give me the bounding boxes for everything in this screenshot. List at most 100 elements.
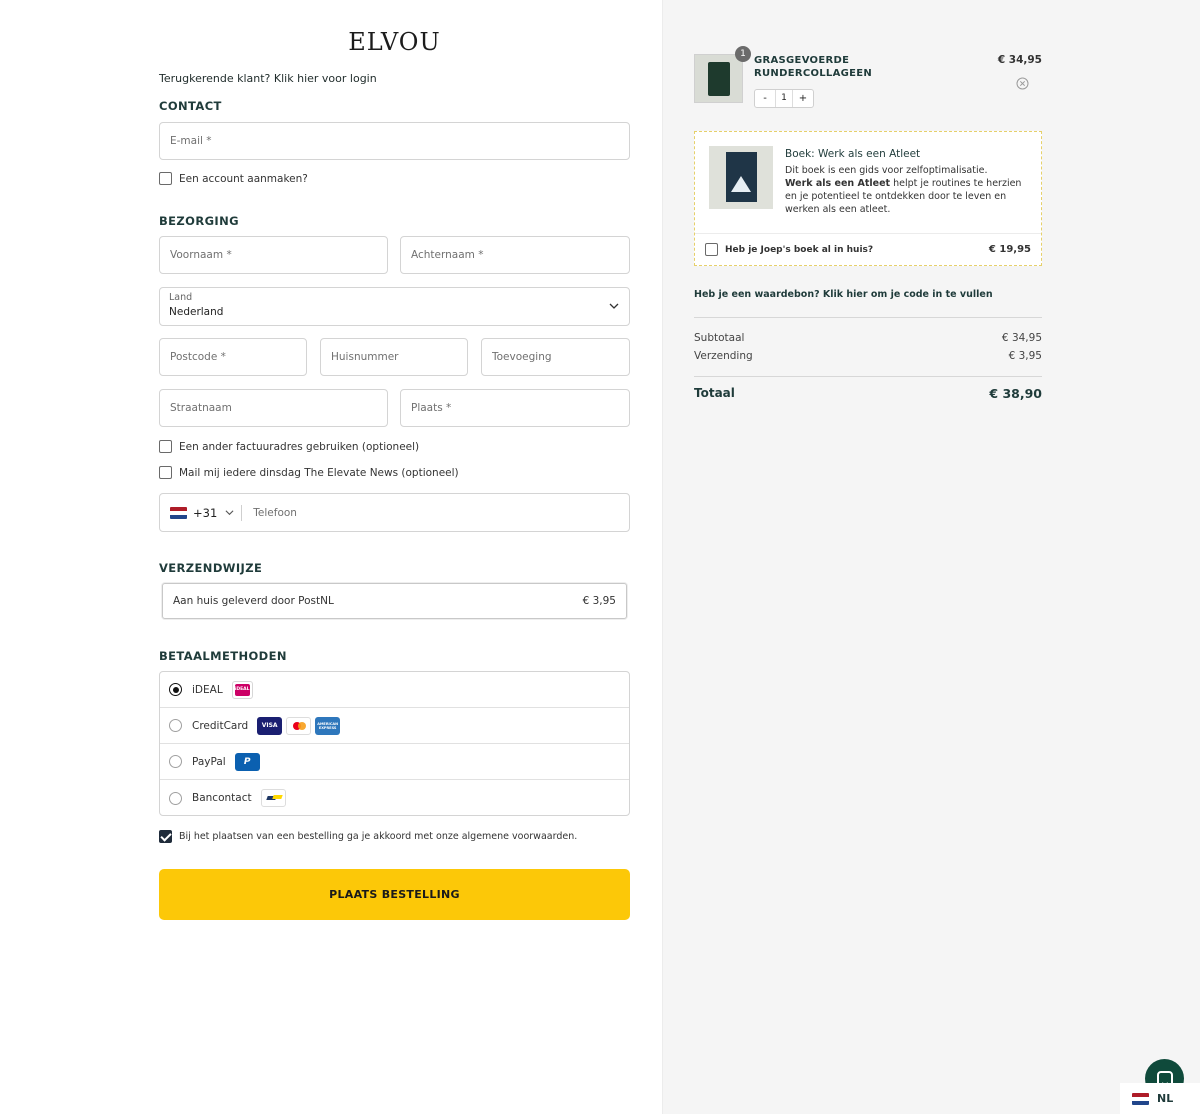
phone-country-code[interactable]: +31 [193,506,217,520]
newsletter-row[interactable]: Mail mij iedere dinsdag The Elevate News… [159,466,459,479]
street-field[interactable] [159,389,388,427]
shipping-cost-value: € 3,95 [1008,350,1042,362]
country-value: Nederland [169,306,224,318]
creditcard-radio[interactable] [169,719,182,732]
upsell-checkbox-row[interactable]: Heb je Joep's boek al in huis? [705,243,873,256]
create-account-row[interactable]: Een account aanmaken? [159,172,308,185]
create-account-label: Een account aanmaken? [179,172,308,185]
shipping-cost-label: Verzending [694,350,753,362]
terms-label: Bij het plaatsen van een bestelling ga j… [179,831,578,842]
payment-option-creditcard[interactable]: CreditCard VISA AMERICAN EXPRESS [160,708,629,744]
checkout-form-panel [0,0,662,1114]
bancontact-icon [260,789,286,807]
terms-checkbox[interactable] [159,830,172,843]
place-order-button[interactable]: PLAATS BESTELLING [159,869,630,920]
phone-input[interactable] [242,494,629,531]
shipping-option-label: Aan huis geleverd door PostNL [173,595,334,607]
paypal-icon: P [234,752,260,771]
billing-address-row[interactable]: Een ander factuuradres gebruiken (option… [159,440,419,453]
brand-logo[interactable]: ELVOU [159,28,630,56]
payment-heading: BETAALMETHODEN [159,649,287,663]
language-code: NL [1157,1092,1174,1105]
newsletter-checkbox[interactable] [159,466,172,479]
payment-label: PayPal [192,755,226,768]
upsell-checkbox[interactable] [705,243,718,256]
shipping-option-price: € 3,95 [582,595,616,607]
product-name: GRASGEVOERDE RUNDERCOLLAGEEN [754,55,873,79]
login-link[interactable]: Klik hier voor login [274,72,377,85]
shipping-heading: VERZENDWIJZE [159,561,263,575]
first-name-input[interactable] [160,237,387,273]
quantity-badge: 1 [735,46,751,62]
last-name-field[interactable] [400,236,630,274]
total-label: Totaal [694,386,735,400]
upsell-description: Dit boek is een gids voor zelfoptimalisa… [785,165,1022,215]
netherlands-flag-icon[interactable] [170,506,187,519]
addition-field[interactable] [481,338,630,376]
paypal-radio[interactable] [169,755,182,768]
house-number-input[interactable] [321,339,467,375]
decrease-button[interactable]: - [755,90,775,107]
city-input[interactable] [401,390,629,426]
divider [694,317,1042,318]
upsell-card: Boek: Werk als een Atleet Dit boek is ee… [694,131,1042,266]
shipping-option[interactable]: Aan huis geleverd door PostNL € 3,95 [162,583,627,619]
payment-label: Bancontact [192,792,252,804]
upsell-checkbox-label: Heb je Joep's boek al in huis? [725,244,874,255]
first-name-field[interactable] [159,236,388,274]
netherlands-flag-icon [1132,1092,1149,1105]
chevron-down-icon [609,303,619,309]
chevron-down-icon[interactable] [225,508,234,517]
book-image [709,146,773,209]
subtotal-value: € 34,95 [1001,332,1042,344]
addition-input[interactable] [482,339,629,375]
product-price: € 34,95 [997,54,1042,66]
phone-field[interactable]: +31 [159,493,630,532]
ideal-radio[interactable] [169,683,182,696]
divider [695,233,1041,234]
billing-address-checkbox[interactable] [159,440,172,453]
ideal-icon: iDEAL [231,680,253,699]
visa-icon: VISA [257,716,283,735]
payment-option-paypal[interactable]: PayPal P [160,744,629,780]
quantity-stepper[interactable]: - 1 + [754,89,814,108]
payment-methods: iDEAL iDEAL CreditCard VISA AMERICAN EXP… [159,671,630,816]
street-input[interactable] [160,390,387,426]
city-field[interactable] [400,389,630,427]
product-image [694,54,743,103]
payment-option-ideal[interactable]: iDEAL iDEAL [160,672,629,708]
postcode-input[interactable] [160,339,306,375]
language-switcher[interactable]: NL [1120,1083,1200,1114]
payment-label: iDEAL [192,683,223,696]
total-value: € 38,90 [989,386,1042,401]
subtotal-label: Subtotaal [694,332,745,344]
increase-button[interactable]: + [793,90,813,107]
last-name-input[interactable] [401,237,629,273]
divider [694,376,1042,377]
total-row: Totaal € 38,90 [694,386,1042,401]
payment-option-bancontact[interactable]: Bancontact [160,780,629,816]
newsletter-label: Mail mij iedere dinsdag The Elevate News… [179,466,459,479]
create-account-checkbox[interactable] [159,172,172,185]
billing-address-label: Een ander factuuradres gebruiken (option… [179,440,420,453]
amex-icon: AMERICAN EXPRESS [315,716,341,735]
house-number-field[interactable] [320,338,468,376]
email-field[interactable] [159,122,630,160]
mastercard-icon [286,716,312,735]
returning-customer-text: Terugkerende klant? Klik hier voor login [159,72,377,85]
upsell-title: Boek: Werk als een Atleet [785,148,921,160]
voucher-link[interactable]: Heb je een waardebon? Klik hier om je co… [694,289,993,300]
subtotal-row: Subtotaal € 34,95 [694,332,1042,344]
payment-label: CreditCard [192,719,249,732]
remove-item-icon[interactable] [1016,77,1029,90]
bancontact-radio[interactable] [169,791,182,805]
upsell-price: € 19,95 [988,244,1031,255]
postcode-field[interactable] [159,338,307,376]
country-select[interactable]: Land Nederland [159,287,630,326]
email-input[interactable] [160,123,629,159]
contact-heading: CONTACT [159,99,222,113]
country-label: Land [169,292,193,303]
terms-row[interactable]: Bij het plaatsen van een bestelling ga j… [159,830,577,843]
quantity-value[interactable]: 1 [775,90,793,107]
shipping-cost-row: Verzending € 3,95 [694,350,1042,362]
